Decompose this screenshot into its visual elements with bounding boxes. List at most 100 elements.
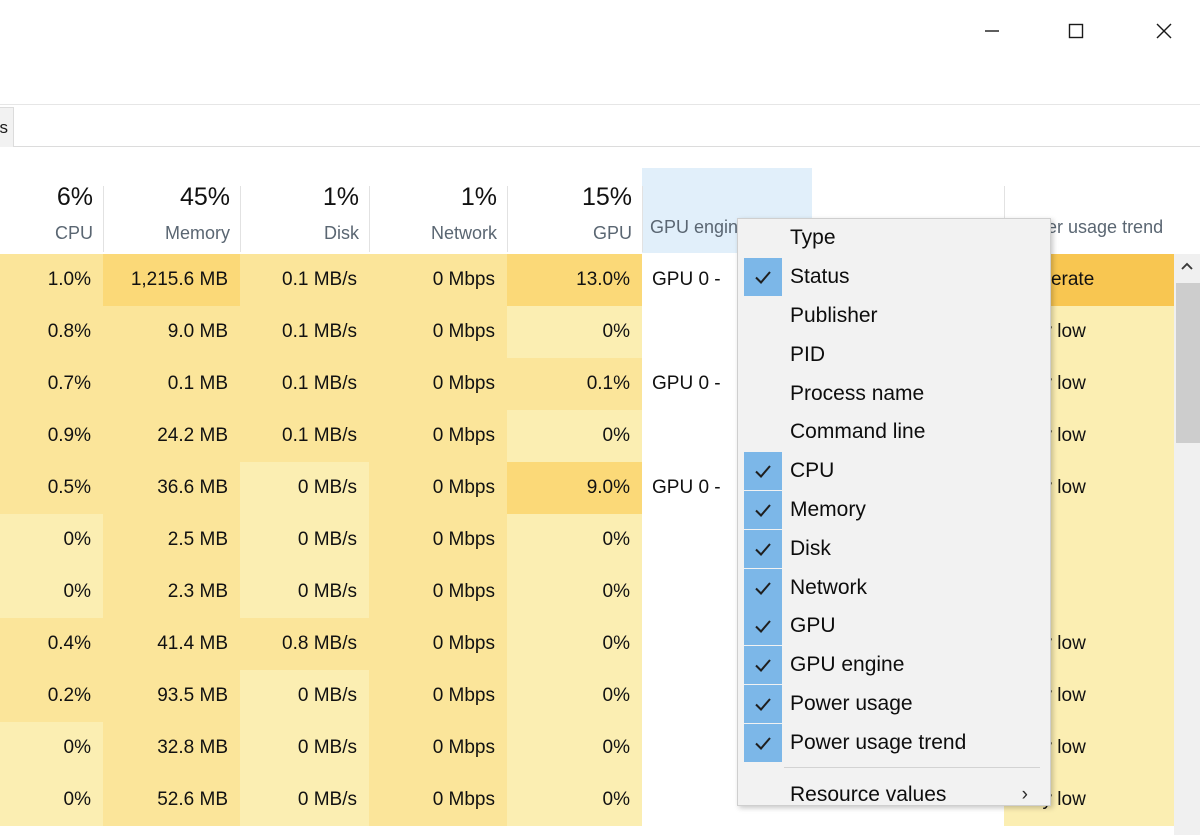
menu-item-type[interactable]: Type [738, 219, 1050, 258]
cell-memory: 24.2 MB [103, 410, 240, 462]
checkmark-icon [744, 684, 782, 723]
menu-item-publisher[interactable]: Publisher [738, 297, 1050, 336]
menu-item-gpu-engine[interactable]: GPU engine [738, 646, 1050, 685]
menu-item-label: PID [790, 342, 826, 366]
menu-item-label: Memory [790, 497, 866, 521]
column-header-disk-label: Disk [324, 223, 359, 243]
tab-strip: s [0, 104, 1200, 149]
scroll-up-button[interactable] [1174, 254, 1200, 280]
cell-disk: 0.1 MB/s [240, 254, 369, 306]
minimize-icon [985, 30, 999, 32]
close-button[interactable] [1134, 0, 1194, 62]
cell-cpu: 0% [0, 514, 103, 566]
scrollbar-header-gap [1174, 168, 1200, 254]
cell-gpu: 0% [507, 722, 642, 774]
checkbox-empty-icon [744, 413, 782, 451]
cell-disk: 0.8 MB/s [240, 618, 369, 670]
cell-disk: 0 MB/s [240, 514, 369, 566]
cell-gpu: 13.0% [507, 254, 642, 306]
menu-item-memory[interactable]: Memory [738, 490, 1050, 530]
checkmark-icon [744, 529, 782, 568]
cell-cpu: 0% [0, 722, 103, 774]
menu-item-label: GPU engine [790, 653, 905, 677]
scrollbar-thumb[interactable] [1176, 283, 1200, 443]
column-divider[interactable] [642, 186, 643, 252]
cell-disk: 0.1 MB/s [240, 358, 369, 410]
cell-network: 0 Mbps [369, 618, 507, 670]
column-header-network-percent: 1% [460, 183, 497, 211]
cell-memory: 36.6 MB [103, 462, 240, 514]
tab-processes-label: s [0, 117, 8, 137]
menu-item-power-usage-trend[interactable]: Power usage trend [738, 723, 1050, 762]
menu-item-label: Disk [790, 536, 831, 560]
cell-memory: 32.8 MB [103, 722, 240, 774]
column-header-gpu-percent: 15% [581, 183, 632, 211]
column-header-gpu[interactable]: 15% GPU [507, 168, 642, 253]
column-divider[interactable] [369, 186, 370, 252]
checkmark-icon [744, 568, 782, 607]
menu-item-disk[interactable]: Disk [738, 529, 1050, 568]
menu-item-cpu[interactable]: CPU [738, 452, 1050, 491]
checkmark-icon [744, 646, 782, 685]
checkbox-empty-icon [744, 336, 782, 374]
cell-cpu: 0.4% [0, 618, 103, 670]
vertical-scrollbar[interactable] [1174, 168, 1200, 835]
menu-item-command-line[interactable]: Command line [738, 413, 1050, 452]
maximize-icon [1068, 23, 1084, 39]
menu-item-gpu[interactable]: GPU [738, 607, 1050, 646]
cell-memory: 2.3 MB [103, 566, 240, 618]
cell-network: 0 Mbps [369, 722, 507, 774]
cell-disk: 0 MB/s [240, 722, 369, 774]
column-divider[interactable] [103, 186, 104, 252]
maximize-button[interactable] [1046, 0, 1106, 62]
column-context-menu[interactable]: Type Status Publisher PID Process name Comman… [737, 218, 1051, 806]
menu-item-process-name[interactable]: Process name [738, 374, 1050, 413]
menu-item-label: Power usage [790, 691, 913, 715]
menu-item-label: GPU [790, 614, 836, 638]
cell-cpu: 0% [0, 566, 103, 618]
menu-item-network[interactable]: Network [738, 568, 1050, 607]
cell-memory: 1,215.6 MB [103, 254, 240, 306]
title-bar [0, 0, 1200, 68]
column-header-cpu-label: CPU [54, 223, 93, 243]
menu-item-label: Type [790, 226, 836, 250]
menu-item-label: Status [790, 265, 850, 289]
menu-item-label: Power usage trend [790, 730, 967, 754]
cell-gpu: 0% [507, 410, 642, 462]
cell-gpu: 0% [507, 566, 642, 618]
column-header-gpu-label: GPU [592, 223, 632, 243]
menu-item-status[interactable]: Status [738, 258, 1050, 297]
tab-content-divider [14, 146, 1200, 147]
column-header-cpu[interactable]: 6% CPU [0, 168, 103, 253]
menu-divider [784, 767, 1040, 769]
cell-gpu: 0% [507, 670, 642, 722]
menu-item-label: Process name [790, 381, 925, 405]
column-divider[interactable] [240, 186, 241, 252]
cell-cpu: 0.9% [0, 410, 103, 462]
cell-network: 0 Mbps [369, 358, 507, 410]
column-header-disk-percent: 1% [322, 183, 359, 211]
column-divider[interactable] [507, 186, 508, 252]
cell-memory: 2.5 MB [103, 514, 240, 566]
menu-item-pid[interactable]: PID [738, 335, 1050, 374]
cell-network: 0 Mbps [369, 670, 507, 722]
cell-disk: 0.1 MB/s [240, 410, 369, 462]
cell-cpu: 1.0% [0, 254, 103, 306]
cell-gpu: 0% [507, 618, 642, 670]
checkbox-empty-icon [744, 375, 782, 413]
column-header-network[interactable]: 1% Network [369, 168, 507, 253]
chevron-right-icon: › [1021, 784, 1028, 806]
column-header-memory[interactable]: 45% Memory [103, 168, 240, 253]
cell-disk: 0 MB/s [240, 566, 369, 618]
cell-cpu: 0% [0, 774, 103, 826]
minimize-button[interactable] [962, 0, 1022, 62]
cell-cpu: 0.8% [0, 306, 103, 358]
menu-item-power-usage[interactable]: Power usage [738, 684, 1050, 724]
cell-disk: 0 MB/s [240, 462, 369, 514]
tab-processes[interactable]: s [0, 107, 14, 147]
checkmark-icon [744, 452, 782, 491]
menu-item-resource-values[interactable]: Resource values › [738, 772, 1050, 818]
column-header-disk[interactable]: 1% Disk [240, 168, 369, 253]
cell-gpu: 0% [507, 306, 642, 358]
cell-network: 0 Mbps [369, 410, 507, 462]
